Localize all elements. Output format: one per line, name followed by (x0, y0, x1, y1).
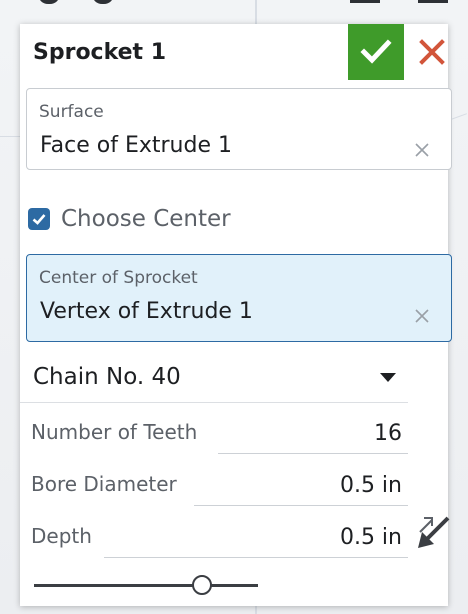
check-icon (360, 39, 392, 64)
teeth-input[interactable]: 16 (218, 414, 408, 454)
chevron-down-icon (380, 373, 396, 382)
sprocket-feature-dialog: Sprocket 1 Surface Face of Extrude 1 Cho… (20, 24, 452, 606)
flip-direction-icon[interactable] (414, 512, 454, 552)
close-icon (419, 39, 445, 65)
clear-icon[interactable] (411, 139, 433, 161)
toolbar-tool-icon[interactable] (92, 0, 114, 4)
checkmark-icon (32, 214, 46, 225)
choose-center-label: Choose Center (61, 206, 231, 232)
center-field-value: Vertex of Extrude 1 (40, 299, 253, 324)
surface-selection-field[interactable]: Surface Face of Extrude 1 (26, 88, 452, 170)
viewport-edge-line (0, 136, 20, 137)
chain-select[interactable]: Chain No. 40 (20, 355, 408, 403)
choose-center-checkbox[interactable] (28, 208, 50, 230)
toolbar-tool-icon[interactable] (350, 0, 380, 3)
preview-slider-thumb[interactable] (192, 575, 212, 595)
center-selection-field[interactable]: Center of Sprocket Vertex of Extrude 1 (26, 254, 452, 342)
depth-param-row: Depth 0.5 in (20, 512, 408, 562)
toolbar-tool-icon[interactable] (38, 0, 60, 4)
teeth-label: Number of Teeth (31, 420, 198, 444)
chain-select-value: Chain No. 40 (33, 364, 181, 390)
top-toolbar-fragment (0, 0, 468, 10)
choose-center-row[interactable]: Choose Center (28, 204, 231, 234)
depth-input[interactable]: 0.5 in (104, 518, 408, 558)
bore-label: Bore Diameter (31, 472, 177, 496)
viewport-edge-line (255, 606, 257, 614)
toolbar-tool-icon[interactable] (418, 0, 448, 3)
accept-button[interactable] (348, 24, 404, 80)
center-field-label: Center of Sprocket (39, 268, 198, 288)
preview-slider-track[interactable] (34, 584, 258, 587)
dialog-title: Sprocket 1 (33, 40, 167, 65)
surface-field-value: Face of Extrude 1 (40, 133, 232, 158)
dialog-header: Sprocket 1 (20, 24, 448, 80)
teeth-param-row: Number of Teeth 16 (20, 408, 408, 458)
bore-param-row: Bore Diameter 0.5 in (20, 460, 408, 510)
depth-label: Depth (31, 524, 92, 548)
surface-field-label: Surface (39, 102, 104, 122)
clear-icon[interactable] (411, 305, 433, 327)
cancel-button[interactable] (412, 32, 452, 72)
bore-input[interactable]: 0.5 in (194, 466, 408, 506)
